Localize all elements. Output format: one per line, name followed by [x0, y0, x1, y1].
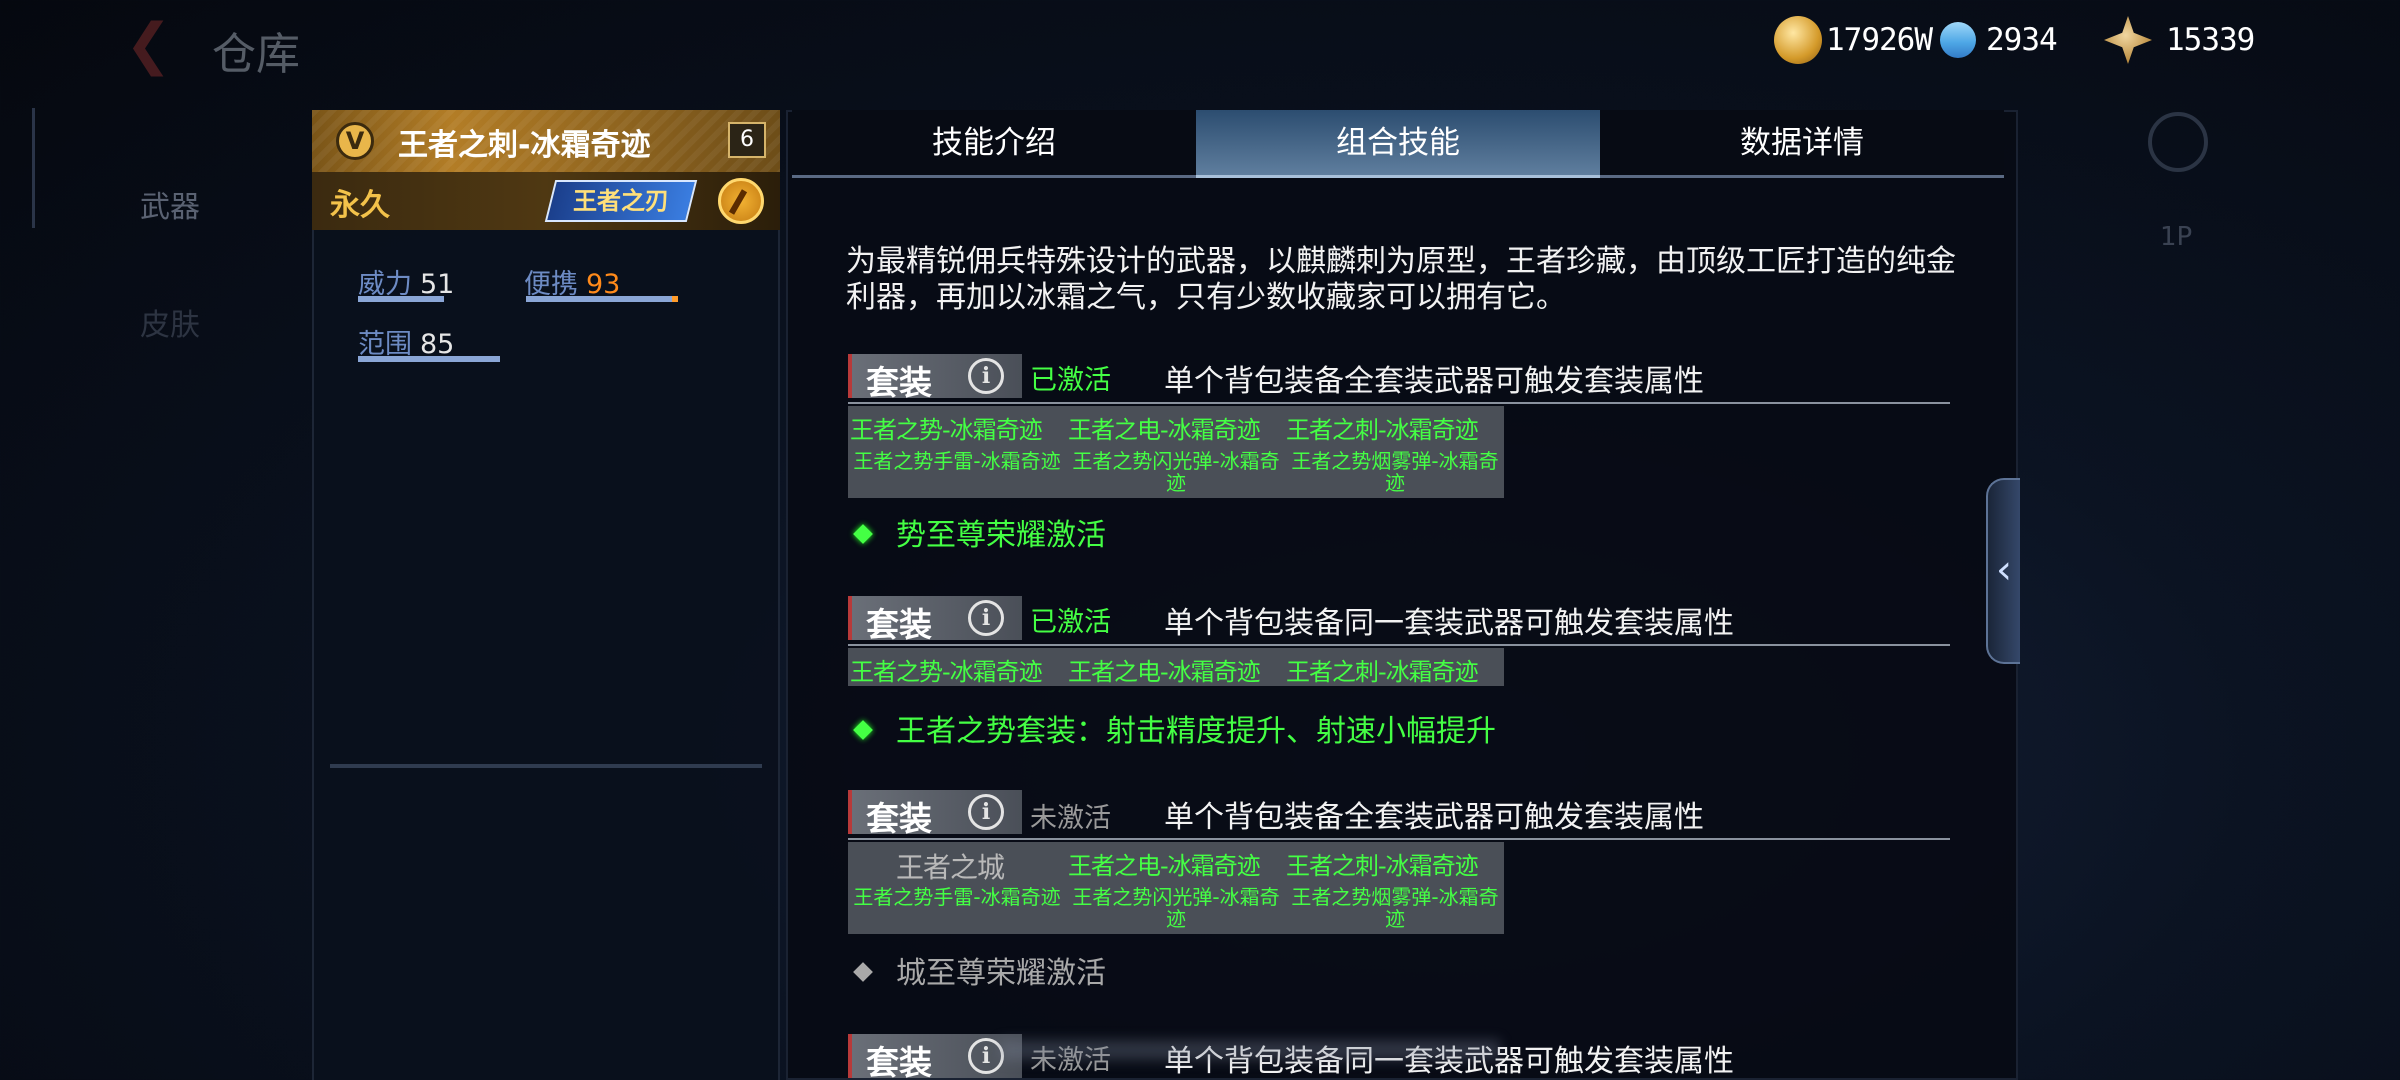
gold-medal-icon — [718, 178, 764, 224]
weapon-description: 为最精锐佣兵特殊设计的武器，以麒麟刺为原型，王者珍藏，由顶级工匠打造的纯金利器，… — [846, 244, 1956, 315]
gold-currency[interactable]: 17926W — [1774, 14, 1933, 66]
weapon-level-badge: 6 — [728, 122, 766, 158]
set-item: 王者之势-冰霜奇迹 — [850, 416, 1043, 444]
back-icon[interactable]: ❮ — [125, 17, 185, 73]
view-toggle-icon[interactable] — [2148, 112, 2208, 172]
tab-data-details[interactable]: 数据详情 — [1600, 110, 2004, 178]
set-item: 王者之城 — [896, 851, 1005, 884]
set-item: 王者之电-冰霜奇迹 — [1068, 416, 1261, 444]
sidebar-item-skin[interactable]: 皮肤 — [140, 300, 200, 344]
diamond-currency[interactable]: 2934 — [1932, 14, 2058, 66]
diamond-icon — [1932, 14, 1984, 66]
set-effect-text: 城至尊荣耀激活 — [896, 956, 1106, 991]
view-label: 1P — [2160, 222, 2193, 252]
weapon-series-badge: 王者之刃 — [544, 180, 698, 222]
set-status: 已激活 — [1030, 365, 1111, 396]
set-items-grid: 王者之势-冰霜奇迹 王者之电-冰霜奇迹 王者之刺-冰霜奇迹 — [848, 648, 1504, 686]
set-item: 王者之刺-冰霜奇迹 — [1286, 416, 1479, 444]
medal-currency[interactable]: 15339 — [2104, 14, 2255, 66]
tier-icon: V — [336, 122, 374, 160]
diamond-bullet-icon — [853, 961, 873, 982]
set-label: 套装 i — [848, 596, 1022, 644]
weapon-series-label: 王者之刃 — [573, 187, 669, 215]
diamond-bullet-icon — [853, 523, 873, 544]
set-effect-text: 势至尊荣耀激活 — [896, 518, 1106, 553]
weapon-info-panel — [312, 110, 780, 1080]
set-label: 套装 i — [848, 354, 1022, 402]
set-effect: 势至尊荣耀激活 — [853, 510, 1106, 554]
set-description: 单个背包装备全套装武器可触发套装属性 — [1164, 364, 1704, 399]
set-title: 套装 — [866, 799, 932, 838]
info-icon[interactable]: i — [968, 1038, 1004, 1074]
stat-bar-portability — [526, 296, 676, 302]
set-divider — [848, 402, 1950, 404]
set-item: 王者之势手雷-冰霜奇迹 — [853, 885, 1061, 909]
set-divider — [848, 838, 1950, 840]
weapon-subheader: 永久 王者之刃 — [312, 172, 780, 230]
gold-amount: 17926W — [1826, 22, 1933, 58]
set-items-grid: 王者之势-冰霜奇迹 王者之电-冰霜奇迹 王者之刺-冰霜奇迹 王者之势手雷-冰霜奇… — [848, 406, 1504, 498]
page-title: 仓库 — [212, 29, 300, 80]
tab-bar: 技能介绍 组合技能 数据详情 — [792, 110, 2004, 178]
set-item: 王者之势烟雾弹-冰霜奇迹 — [1291, 885, 1499, 931]
set-status: 未激活 — [1030, 803, 1111, 834]
medal-icon — [2104, 16, 2152, 64]
set-effect: 城至尊荣耀激活 — [853, 948, 1106, 992]
info-icon[interactable]: i — [968, 794, 1004, 830]
set-item: 王者之势-冰霜奇迹 — [850, 658, 1043, 686]
sidebar-item-weapon[interactable]: 武器 — [140, 182, 200, 226]
collapse-arrow-icon[interactable]: ‹ — [1986, 478, 2020, 664]
set-title: 套装 — [866, 1043, 932, 1080]
diamond-bullet-icon — [853, 719, 873, 740]
set-item: 王者之刺-冰霜奇迹 — [1286, 658, 1479, 686]
set-item: 王者之势手雷-冰霜奇迹 — [853, 449, 1061, 473]
set-divider — [848, 644, 1950, 646]
tab-skill-intro[interactable]: 技能介绍 — [792, 110, 1196, 178]
set-title: 套装 — [866, 363, 932, 402]
weapon-name: 王者之刺-冰霜奇迹 — [398, 128, 651, 163]
set-description: 单个背包装备同一套装武器可触发套装属性 — [1164, 606, 1734, 641]
set-description: 单个背包装备全套装武器可触发套装属性 — [1164, 800, 1704, 835]
stat-bar-range — [358, 356, 500, 362]
set-item: 王者之电-冰霜奇迹 — [1068, 852, 1261, 880]
set-item: 王者之势闪光弹-冰霜奇迹 — [1072, 449, 1280, 495]
set-label: 套装 i — [848, 1034, 1022, 1080]
set-item: 王者之电-冰霜奇迹 — [1068, 658, 1261, 686]
weapon-duration: 永久 — [330, 188, 390, 223]
set-title: 套装 — [866, 605, 932, 644]
set-effect-text: 王者之势套装：射击精度提升、射速小幅提升 — [896, 714, 1496, 749]
info-icon[interactable]: i — [968, 600, 1004, 636]
divider — [330, 764, 762, 768]
set-effect: 王者之势套装：射击精度提升、射速小幅提升 — [853, 706, 1496, 750]
set-status: 已激活 — [1030, 607, 1111, 638]
set-items-grid: 王者之城 王者之电-冰霜奇迹 王者之刺-冰霜奇迹 王者之势手雷-冰霜奇迹 王者之… — [848, 842, 1504, 934]
medal-amount: 15339 — [2166, 22, 2255, 58]
diamond-amount: 2934 — [1986, 22, 2058, 58]
sidebar-indicator — [32, 108, 35, 228]
weapon-header: V 王者之刺-冰霜奇迹 6 永久 王者之刃 — [312, 110, 780, 230]
scroll-overlay — [1000, 1040, 1500, 1060]
set-item: 王者之刺-冰霜奇迹 — [1286, 852, 1479, 880]
stat-bar-power — [358, 296, 444, 302]
tab-combo-skills[interactable]: 组合技能 — [1196, 110, 1600, 178]
info-icon[interactable]: i — [968, 358, 1004, 394]
gold-coin-icon — [1774, 16, 1822, 64]
set-item: 王者之势闪光弹-冰霜奇迹 — [1072, 885, 1280, 931]
set-label: 套装 i — [848, 790, 1022, 838]
stat-bar-bonus — [672, 296, 678, 302]
set-item: 王者之势烟雾弹-冰霜奇迹 — [1291, 449, 1499, 495]
